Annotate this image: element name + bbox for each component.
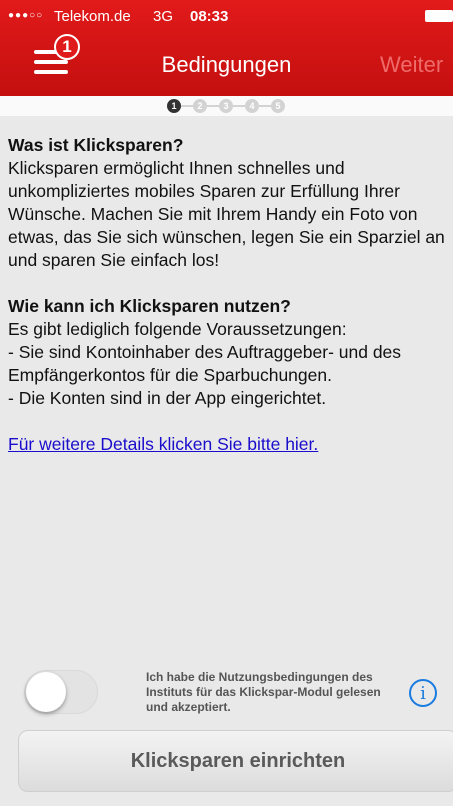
step-connector [233,105,245,107]
heading-what-is: Was ist Klicksparen? [8,135,184,155]
app-header: ●●●○○ Telekom.de 3G 08:33 1 Bedingungen … [0,0,453,96]
step-2: 2 [193,99,207,113]
info-icon[interactable]: i [409,679,437,707]
consent-text: Ich habe die Nutzungsbedingungen des Ins… [146,670,381,714]
status-bar: ●●●○○ Telekom.de 3G 08:33 [0,0,453,30]
step-1: 1 [167,99,181,113]
toggle-knob [26,672,66,712]
details-link[interactable]: Für weitere Details klicken Sie bitte hi… [8,434,318,454]
heading-how-to-use: Wie kann ich Klicksparen nutzen? [8,296,291,316]
carrier-name: Telekom.de [54,8,131,25]
requirement-accounts-setup: - Die Konten sind in der App eingerichte… [8,388,327,408]
clock-time: 08:33 [190,8,229,25]
requirements-intro: Es gibt lediglich folgende Voraussetzung… [8,319,347,339]
step-4: 4 [245,99,259,113]
paragraph-description: Klicksparen ermöglicht Ihnen schnelles u… [8,158,445,270]
terms-content: Was ist Klicksparen? Klicksparen ermögli… [8,134,453,456]
step-indicator: 1 2 3 4 5 [0,96,453,116]
signal-strength-icon: ●●●○○ [8,10,44,21]
setup-klicksparen-button[interactable]: Klicksparen einrichten [18,730,453,792]
requirement-account-holder: - Sie sind Kontoinhaber des Auftraggeber… [8,342,402,385]
battery-icon [425,10,453,22]
accept-terms-toggle[interactable] [24,670,98,714]
step-connector [207,105,219,107]
step-3: 3 [219,99,233,113]
step-connector [181,105,193,107]
step-5: 5 [271,99,285,113]
next-button[interactable]: Weiter [380,52,443,78]
network-type: 3G [153,8,174,25]
step-connector [259,105,271,107]
